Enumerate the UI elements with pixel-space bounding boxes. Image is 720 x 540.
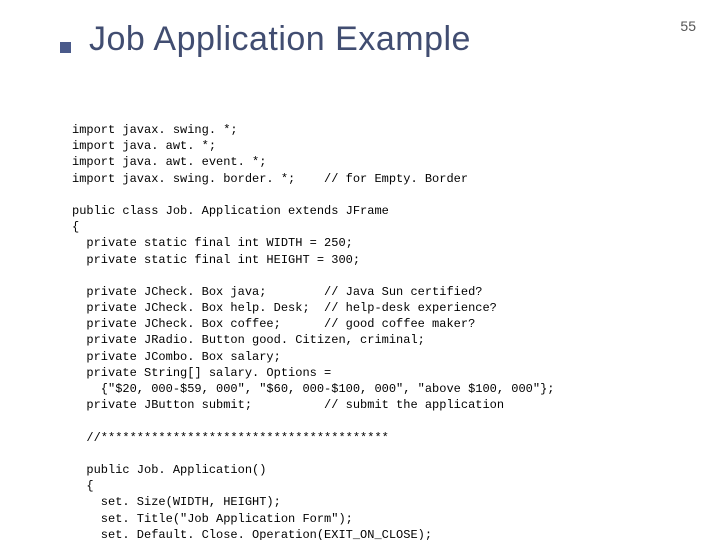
slide: 55 Job Application Example import javax.… bbox=[0, 0, 720, 540]
slide-title: Job Application Example bbox=[89, 20, 471, 59]
title-bullet-icon bbox=[60, 42, 71, 53]
title-row: Job Application Example bbox=[60, 20, 471, 59]
page-number: 55 bbox=[680, 18, 696, 34]
code-block: import javax. swing. *; import java. awt… bbox=[72, 122, 680, 540]
